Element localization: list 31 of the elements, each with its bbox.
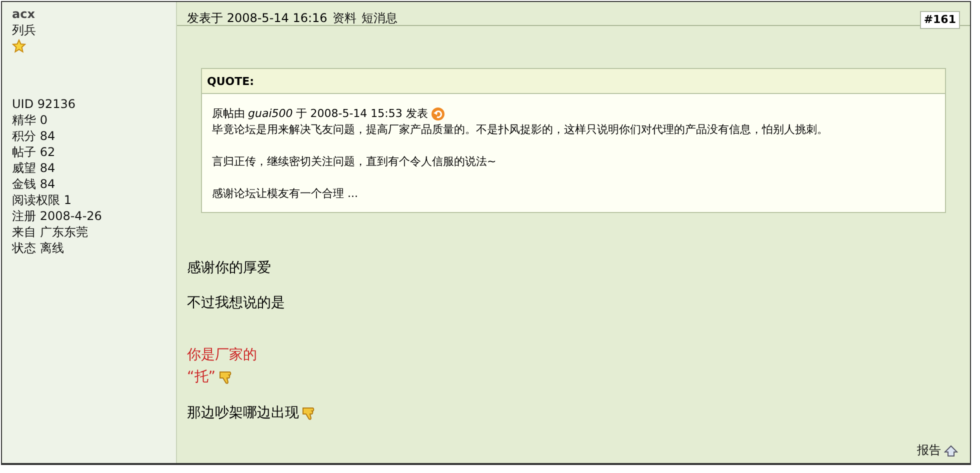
top-arrow-icon	[944, 444, 958, 456]
quote-author-link[interactable]: guai500	[248, 106, 293, 122]
quote-paragraph: 感谢论坛让模友有一个合理 ...	[212, 186, 359, 202]
post-date: 发表于 2008-5-14 16:16	[187, 10, 328, 26]
quote-source-text: 原帖由	[212, 106, 245, 122]
user-stat: 威望 84	[12, 160, 56, 176]
quote-date: 于 2008-5-14 15:53 发表	[296, 106, 428, 122]
quote-paragraph: 毕竟论坛是用来解决飞友问题，提高厂家产品质量的。不是扑风捉影的，这样只说明你们对代理的产品没有信息，怕别人挑刺。	[212, 122, 829, 138]
profile-link[interactable]: 资料	[332, 10, 356, 26]
user-stat: 来自 广东东莞	[12, 224, 89, 240]
report-link[interactable]: 报告	[917, 442, 941, 459]
user-stat: 帖子 62	[12, 144, 56, 160]
quote-paragraph: 言归正传，继续密切关注问题，直到有个令人信服的说法~	[212, 154, 498, 170]
user-rank: 列兵	[12, 22, 37, 38]
post-text: 感谢你的厚爱	[187, 259, 271, 278]
user-stat: 状态 离线	[12, 240, 65, 256]
user-stat: 精华 0	[12, 112, 48, 128]
profile-link[interactable]: 短消息	[361, 10, 398, 26]
user-stat: UID 92136	[12, 96, 77, 112]
user-stat: 注册 2008-4-26	[12, 208, 103, 224]
post-number[interactable]: #161	[920, 11, 960, 29]
quote-label: QUOTE:	[202, 69, 945, 94]
user-stat: 金钱 84	[12, 176, 56, 192]
rank-star-icon	[12, 39, 26, 53]
post-text: 你是厂家的	[187, 346, 257, 365]
username-link[interactable]: acx	[12, 6, 176, 22]
post-text: 不过我想说的是	[187, 294, 285, 313]
post-text: “托”	[187, 368, 216, 387]
user-stat: 阅读权限 1	[12, 192, 72, 208]
user-stat: 积分 84	[12, 128, 56, 144]
post-text: 那边吵架哪边出现	[187, 404, 299, 423]
